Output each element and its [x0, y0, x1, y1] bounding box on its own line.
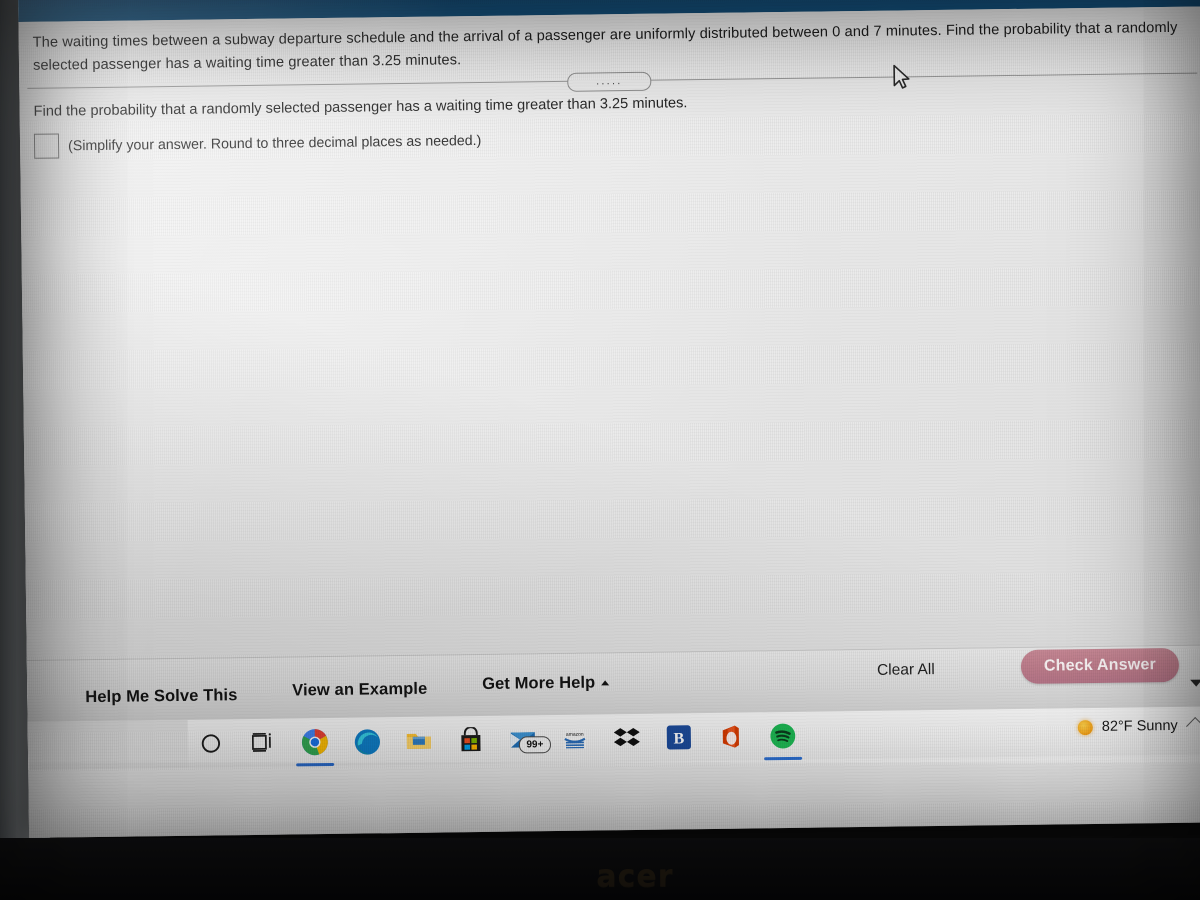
acer-logo: acer: [596, 859, 674, 894]
blackboard-icon[interactable]: B: [664, 722, 694, 752]
get-more-help-label: Get More Help: [482, 673, 596, 693]
caret-up-icon: [601, 680, 610, 686]
microsoft-edge-icon[interactable]: [352, 726, 382, 756]
sun-icon: [1077, 719, 1093, 735]
svg-text:amazon: amazon: [566, 732, 584, 738]
google-chrome-icon[interactable]: [300, 727, 330, 757]
scroll-down-caret-icon[interactable]: [1190, 679, 1200, 687]
taskbar-left-panel: [27, 719, 189, 770]
help-me-solve-this-button[interactable]: Help Me Solve This: [85, 686, 237, 707]
taskbar-icon-list: 99+ amazon B: [196, 712, 799, 768]
amazon-icon[interactable]: amazon: [560, 724, 590, 754]
answer-instruction: (Simplify your answer. Round to three de…: [67, 132, 482, 154]
divider-dots-pill[interactable]: .....: [567, 71, 652, 92]
mail-icon[interactable]: 99+: [508, 724, 552, 754]
clear-all-button[interactable]: Clear All: [877, 661, 935, 680]
microsoft-office-icon[interactable]: [716, 722, 746, 752]
mouse-pointer-icon: [891, 64, 913, 90]
exercise-page: The waiting times between a subway depar…: [18, 6, 1200, 722]
file-explorer-icon[interactable]: [404, 726, 434, 756]
mail-badge: 99+: [518, 736, 552, 754]
task-view-icon[interactable]: [248, 728, 278, 758]
answer-row: (Simplify your answer. Round to three de…: [33, 128, 482, 159]
laptop-screen: The waiting times between a subway depar…: [18, 0, 1200, 838]
chevron-icon: [1186, 716, 1200, 735]
search-icon[interactable]: [196, 728, 226, 758]
weather-widget[interactable]: 82°F Sunny: [1077, 716, 1200, 736]
view-an-example-button[interactable]: View an Example: [292, 680, 427, 701]
weather-label: 82°F Sunny: [1101, 717, 1178, 735]
microsoft-store-icon[interactable]: [456, 725, 486, 755]
check-answer-button[interactable]: Check Answer: [1020, 647, 1180, 684]
laptop-bezel-left-dark: [0, 0, 16, 900]
dropbox-icon[interactable]: [612, 723, 642, 753]
spotify-icon[interactable]: [768, 721, 798, 751]
svg-text:B: B: [673, 730, 684, 747]
get-more-help-button[interactable]: Get More Help: [482, 673, 610, 694]
laptop-photo: The waiting times between a subway depar…: [0, 0, 1200, 900]
answer-input[interactable]: [33, 133, 60, 159]
